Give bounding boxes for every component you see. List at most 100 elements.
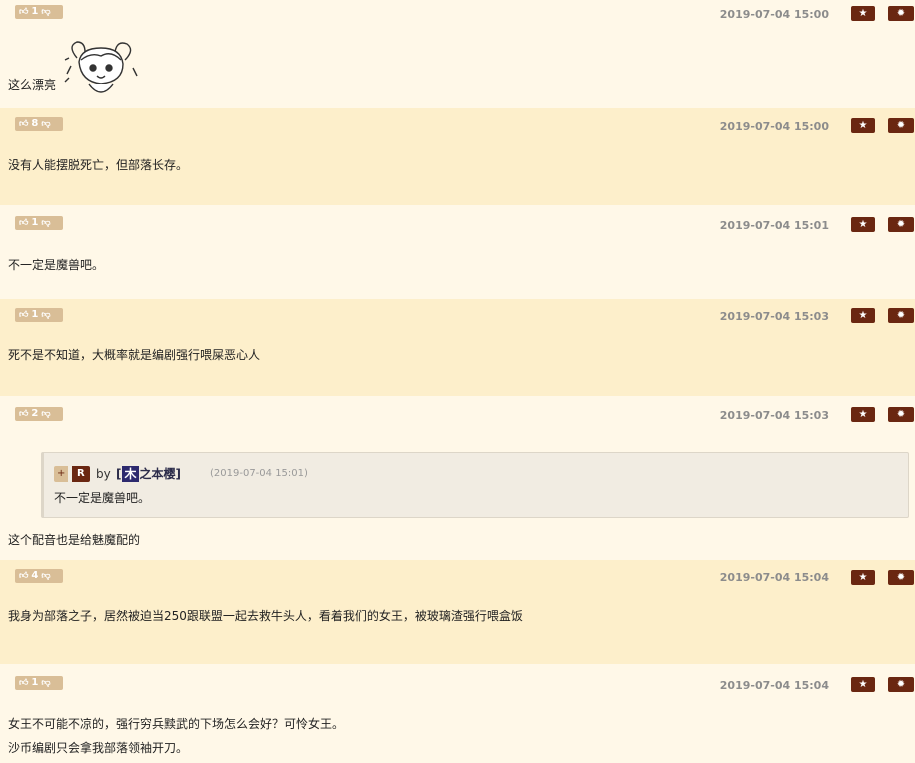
settings-button[interactable]: ✹ [888,6,914,21]
vote-count: 1 [31,6,39,17]
post-timestamp: 2019-07-04 15:01 [719,219,829,232]
thumbs-up-icon[interactable]: 👍︎ [19,407,28,421]
settings-button[interactable]: ✹ [888,407,914,422]
post-content: 不一定是魔兽吧。 [3,253,104,277]
thumbs-up-icon[interactable]: 👍︎ [19,308,28,322]
username-rest: 之本樱 [139,467,176,481]
post-text: 女王不可能不凉的，强行穷兵黩武的下场怎么会好？可怜女王。 [8,717,345,731]
gear-icon: ✹ [896,8,906,19]
post-header: 👍︎ 1 👎︎ 2019-07-04 15:00 ★ ✹ [3,0,915,26]
gear-icon: ✹ [896,679,906,690]
star-button[interactable]: ★ [851,677,875,692]
post: 👍︎ 2 👎︎ 2019-07-04 15:03 ★ ✹ + R by [木之本… [0,396,915,560]
gear-icon: ✹ [896,219,906,230]
thumbs-up-icon[interactable]: 👍︎ [19,676,28,690]
vote-badge[interactable]: 👍︎ 1 👎︎ [15,676,63,690]
star-button[interactable]: ★ [851,217,875,232]
quote-by-label: by [96,467,111,481]
thumbs-down-icon[interactable]: 👎︎ [41,5,50,19]
thumbs-up-icon[interactable]: 👍︎ [19,569,28,583]
post: 👍︎ 1 👎︎ 2019-07-04 15:01 ★ ✹ 不一定是魔兽吧。 [0,205,915,299]
post: 👍︎ 1 👎︎ 2019-07-04 15:03 ★ ✹ 死不是不知道，大概率就… [0,299,915,396]
star-icon: ★ [858,572,868,583]
post-header: 👍︎ 8 👎︎ 2019-07-04 15:00 ★ ✹ [3,108,915,134]
star-icon: ★ [858,8,868,19]
post: 👍︎ 1 👎︎ 2019-07-04 15:04 ★ ✹ 女王不可能不凉的，强行… [0,664,915,763]
post-timestamp: 2019-07-04 15:04 [719,679,829,692]
username-bracket-open: [ [116,467,122,481]
settings-button[interactable]: ✹ [888,570,914,585]
quote-timestamp: (2019-07-04 15:01) [210,468,308,479]
vote-badge[interactable]: 👍︎ 1 👎︎ [15,216,63,230]
post-header: 👍︎ 4 👎︎ 2019-07-04 15:04 ★ ✹ [3,560,915,586]
gear-icon: ✹ [896,572,906,583]
post-text: 没有人能摆脱死亡，但部落长存。 [8,158,189,172]
post-header: 👍︎ 1 👎︎ 2019-07-04 15:04 ★ ✹ [3,664,915,692]
thumbs-down-icon[interactable]: 👎︎ [41,569,50,583]
settings-button[interactable]: ✹ [888,677,914,692]
post-text: 死不是不知道，大概率就是编剧强行喂屎恶心人 [8,348,261,362]
vote-badge[interactable]: 👍︎ 1 👎︎ [15,5,63,19]
thumbs-down-icon[interactable]: 👎︎ [41,676,50,690]
post: 👍︎ 1 👎︎ 2019-07-04 15:00 ★ ✹ 这么漂亮 [0,0,915,108]
gear-icon: ✹ [896,120,906,131]
thumbs-up-icon[interactable]: 👍︎ [19,216,28,230]
thumbs-down-icon[interactable]: 👎︎ [41,308,50,322]
vote-count: 1 [31,217,39,228]
vote-count: 8 [31,118,39,129]
vote-count: 2 [31,408,39,419]
post-content: 没有人能摆脱死亡，但部落长存。 [3,153,188,177]
vote-badge[interactable]: 👍︎ 4 👎︎ [15,569,63,583]
gear-icon: ✹ [896,409,906,420]
settings-button[interactable]: ✹ [888,217,914,232]
post-timestamp: 2019-07-04 15:03 [719,409,829,422]
post-content: 这个配音也是给魅魔配的 [3,528,140,552]
post-timestamp: 2019-07-04 15:03 [719,310,829,323]
vote-badge[interactable]: 👍︎ 8 👎︎ [15,117,63,131]
post-content: 这么漂亮 [3,73,56,97]
post-timestamp: 2019-07-04 15:04 [719,571,829,584]
star-icon: ★ [858,679,868,690]
post-content: 我身为部落之子，居然被迫当250跟联盟一起去救牛头人，看着我们的女王，被玻璃渣强… [3,604,523,628]
post-header: 👍︎ 1 👎︎ 2019-07-04 15:01 ★ ✹ [3,205,915,232]
quote-block: + R by [木之本樱] (2019-07-04 15:01) 不一定是魔兽吧… [41,452,909,518]
post-text: 这么漂亮 [8,78,57,92]
post-timestamp: 2019-07-04 15:00 [719,120,829,133]
star-button[interactable]: ★ [851,407,875,422]
vote-badge[interactable]: 👍︎ 2 👎︎ [15,407,63,421]
quote-expand-button[interactable]: + [54,466,69,482]
post-header: 👍︎ 1 👎︎ 2019-07-04 15:03 ★ ✹ [3,299,915,325]
star-icon: ★ [858,310,868,321]
vote-badge[interactable]: 👍︎ 1 👎︎ [15,308,63,322]
post-timestamp: 2019-07-04 15:00 [719,8,829,21]
vote-count: 1 [31,309,39,320]
settings-button[interactable]: ✹ [888,118,914,133]
star-button[interactable]: ★ [851,6,875,21]
settings-button[interactable]: ✹ [888,308,914,323]
username-block: 木 [122,466,139,482]
post-content: 女王不可能不凉的，强行穷兵黩武的下场怎么会好？可怜女王。 沙币编剧只会拿我部落领… [3,712,344,760]
post-text: 这个配音也是给魅魔配的 [8,533,141,547]
star-button[interactable]: ★ [851,308,875,323]
star-icon: ★ [858,219,868,230]
reply-badge[interactable]: R [72,466,90,482]
post-text: 我身为部落之子，居然被迫当250跟联盟一起去救牛头人，看着我们的女王，被玻璃渣强… [8,609,523,623]
post-text: 不一定是魔兽吧。 [8,258,105,272]
gear-icon: ✹ [896,310,906,321]
star-button[interactable]: ★ [851,118,875,133]
post-text: 沙币编剧只会拿我部落领袖开刀。 [8,741,189,755]
thumbs-down-icon[interactable]: 👎︎ [41,216,50,230]
post-content: 死不是不知道，大概率就是编剧强行喂屎恶心人 [3,343,260,367]
sticker-image [64,41,138,93]
star-icon: ★ [858,409,868,420]
post: 👍︎ 4 👎︎ 2019-07-04 15:04 ★ ✹ 我身为部落之子，居然被… [0,560,915,664]
thumbs-up-icon[interactable]: 👍︎ [19,5,28,19]
quote-text: 不一定是魔兽吧。 [54,491,151,505]
vote-count: 1 [31,677,39,688]
post: 👍︎ 8 👎︎ 2019-07-04 15:00 ★ ✹ 没有人能摆脱死亡，但部… [0,108,915,205]
star-button[interactable]: ★ [851,570,875,585]
thumbs-down-icon[interactable]: 👎︎ [41,407,50,421]
thumbs-down-icon[interactable]: 👎︎ [41,117,50,131]
quote-username[interactable]: [木之本樱] [116,466,181,482]
thumbs-up-icon[interactable]: 👍︎ [19,117,28,131]
